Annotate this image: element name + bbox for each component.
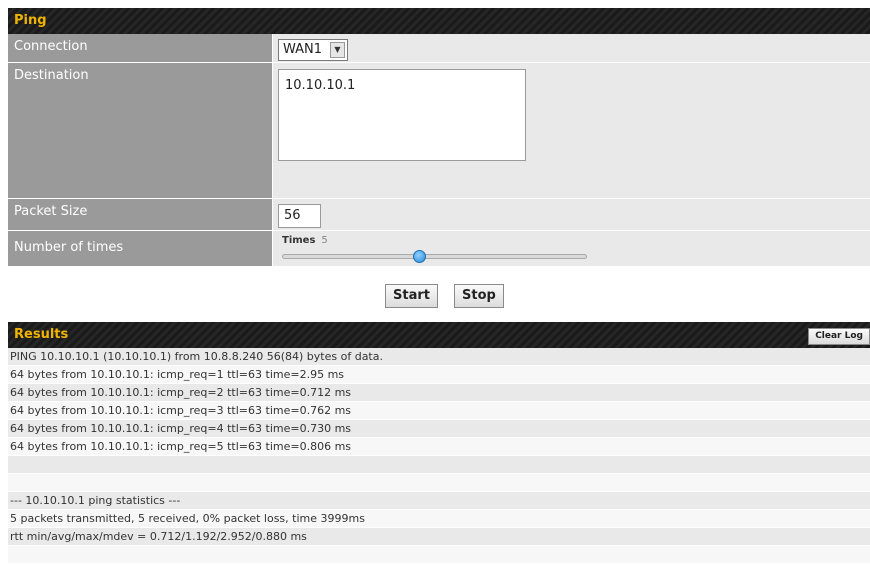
log-line — [8, 546, 870, 564]
times-row: Number of times Times 5 — [8, 231, 870, 267]
connection-row: Connection WAN1 ▼ — [8, 34, 870, 63]
log-line: 64 bytes from 10.10.10.1: icmp_req=2 ttl… — [8, 384, 870, 402]
connection-label: Connection — [8, 34, 273, 62]
log-line: --- 10.10.10.1 ping statistics --- — [8, 492, 870, 510]
times-slider[interactable] — [282, 250, 587, 263]
log-line: 64 bytes from 10.10.10.1: icmp_req=4 ttl… — [8, 420, 870, 438]
destination-value-cell: 10.10.10.1 — [273, 63, 870, 198]
chevron-down-icon[interactable]: ▼ — [330, 42, 345, 58]
packet-size-row: Packet Size 56 — [8, 199, 870, 231]
log-line: rtt min/avg/max/mdev = 0.712/1.192/2.952… — [8, 528, 870, 546]
times-value: 5 — [321, 235, 328, 246]
action-buttons: Start Stop — [8, 267, 870, 322]
log-line: PING 10.10.10.1 (10.10.10.1) from 10.8.8… — [8, 348, 870, 366]
slider-thumb[interactable] — [413, 250, 427, 263]
packet-size-input[interactable]: 56 — [278, 204, 321, 228]
log-line: 5 packets transmitted, 5 received, 0% pa… — [8, 510, 870, 528]
stop-button[interactable]: Stop — [454, 284, 504, 308]
destination-textarea[interactable]: 10.10.10.1 — [278, 69, 526, 161]
connection-value-cell: WAN1 ▼ — [273, 34, 870, 62]
results-log: PING 10.10.10.1 (10.10.10.1) from 10.8.8… — [8, 348, 870, 564]
log-line: 64 bytes from 10.10.10.1: icmp_req=3 ttl… — [8, 402, 870, 420]
log-line: 64 bytes from 10.10.10.1: icmp_req=5 ttl… — [8, 438, 870, 456]
connection-select[interactable]: WAN1 ▼ — [278, 39, 348, 61]
ping-title: Ping — [14, 13, 47, 28]
times-slider-label: Times — [282, 235, 316, 246]
packet-size-label: Packet Size — [8, 199, 273, 230]
times-row-label: Number of times — [8, 231, 273, 266]
destination-row: Destination 10.10.10.1 — [8, 63, 870, 199]
ping-section-header: Ping — [8, 8, 870, 34]
log-line — [8, 474, 870, 492]
clear-log-button[interactable]: Clear Log — [808, 328, 870, 345]
times-slider-caption: Times 5 — [282, 235, 328, 246]
results-title: Results — [14, 327, 69, 342]
log-line — [8, 456, 870, 474]
connection-select-value: WAN1 — [283, 42, 323, 57]
packet-size-value-cell: 56 — [273, 199, 870, 230]
ping-page: Ping Connection WAN1 ▼ Destination 10.10… — [8, 8, 870, 564]
results-section-header: Results Clear Log — [8, 322, 870, 348]
destination-label: Destination — [8, 63, 273, 198]
start-button[interactable]: Start — [385, 284, 438, 308]
log-line: 64 bytes from 10.10.10.1: icmp_req=1 ttl… — [8, 366, 870, 384]
times-value-cell: Times 5 — [273, 231, 870, 266]
